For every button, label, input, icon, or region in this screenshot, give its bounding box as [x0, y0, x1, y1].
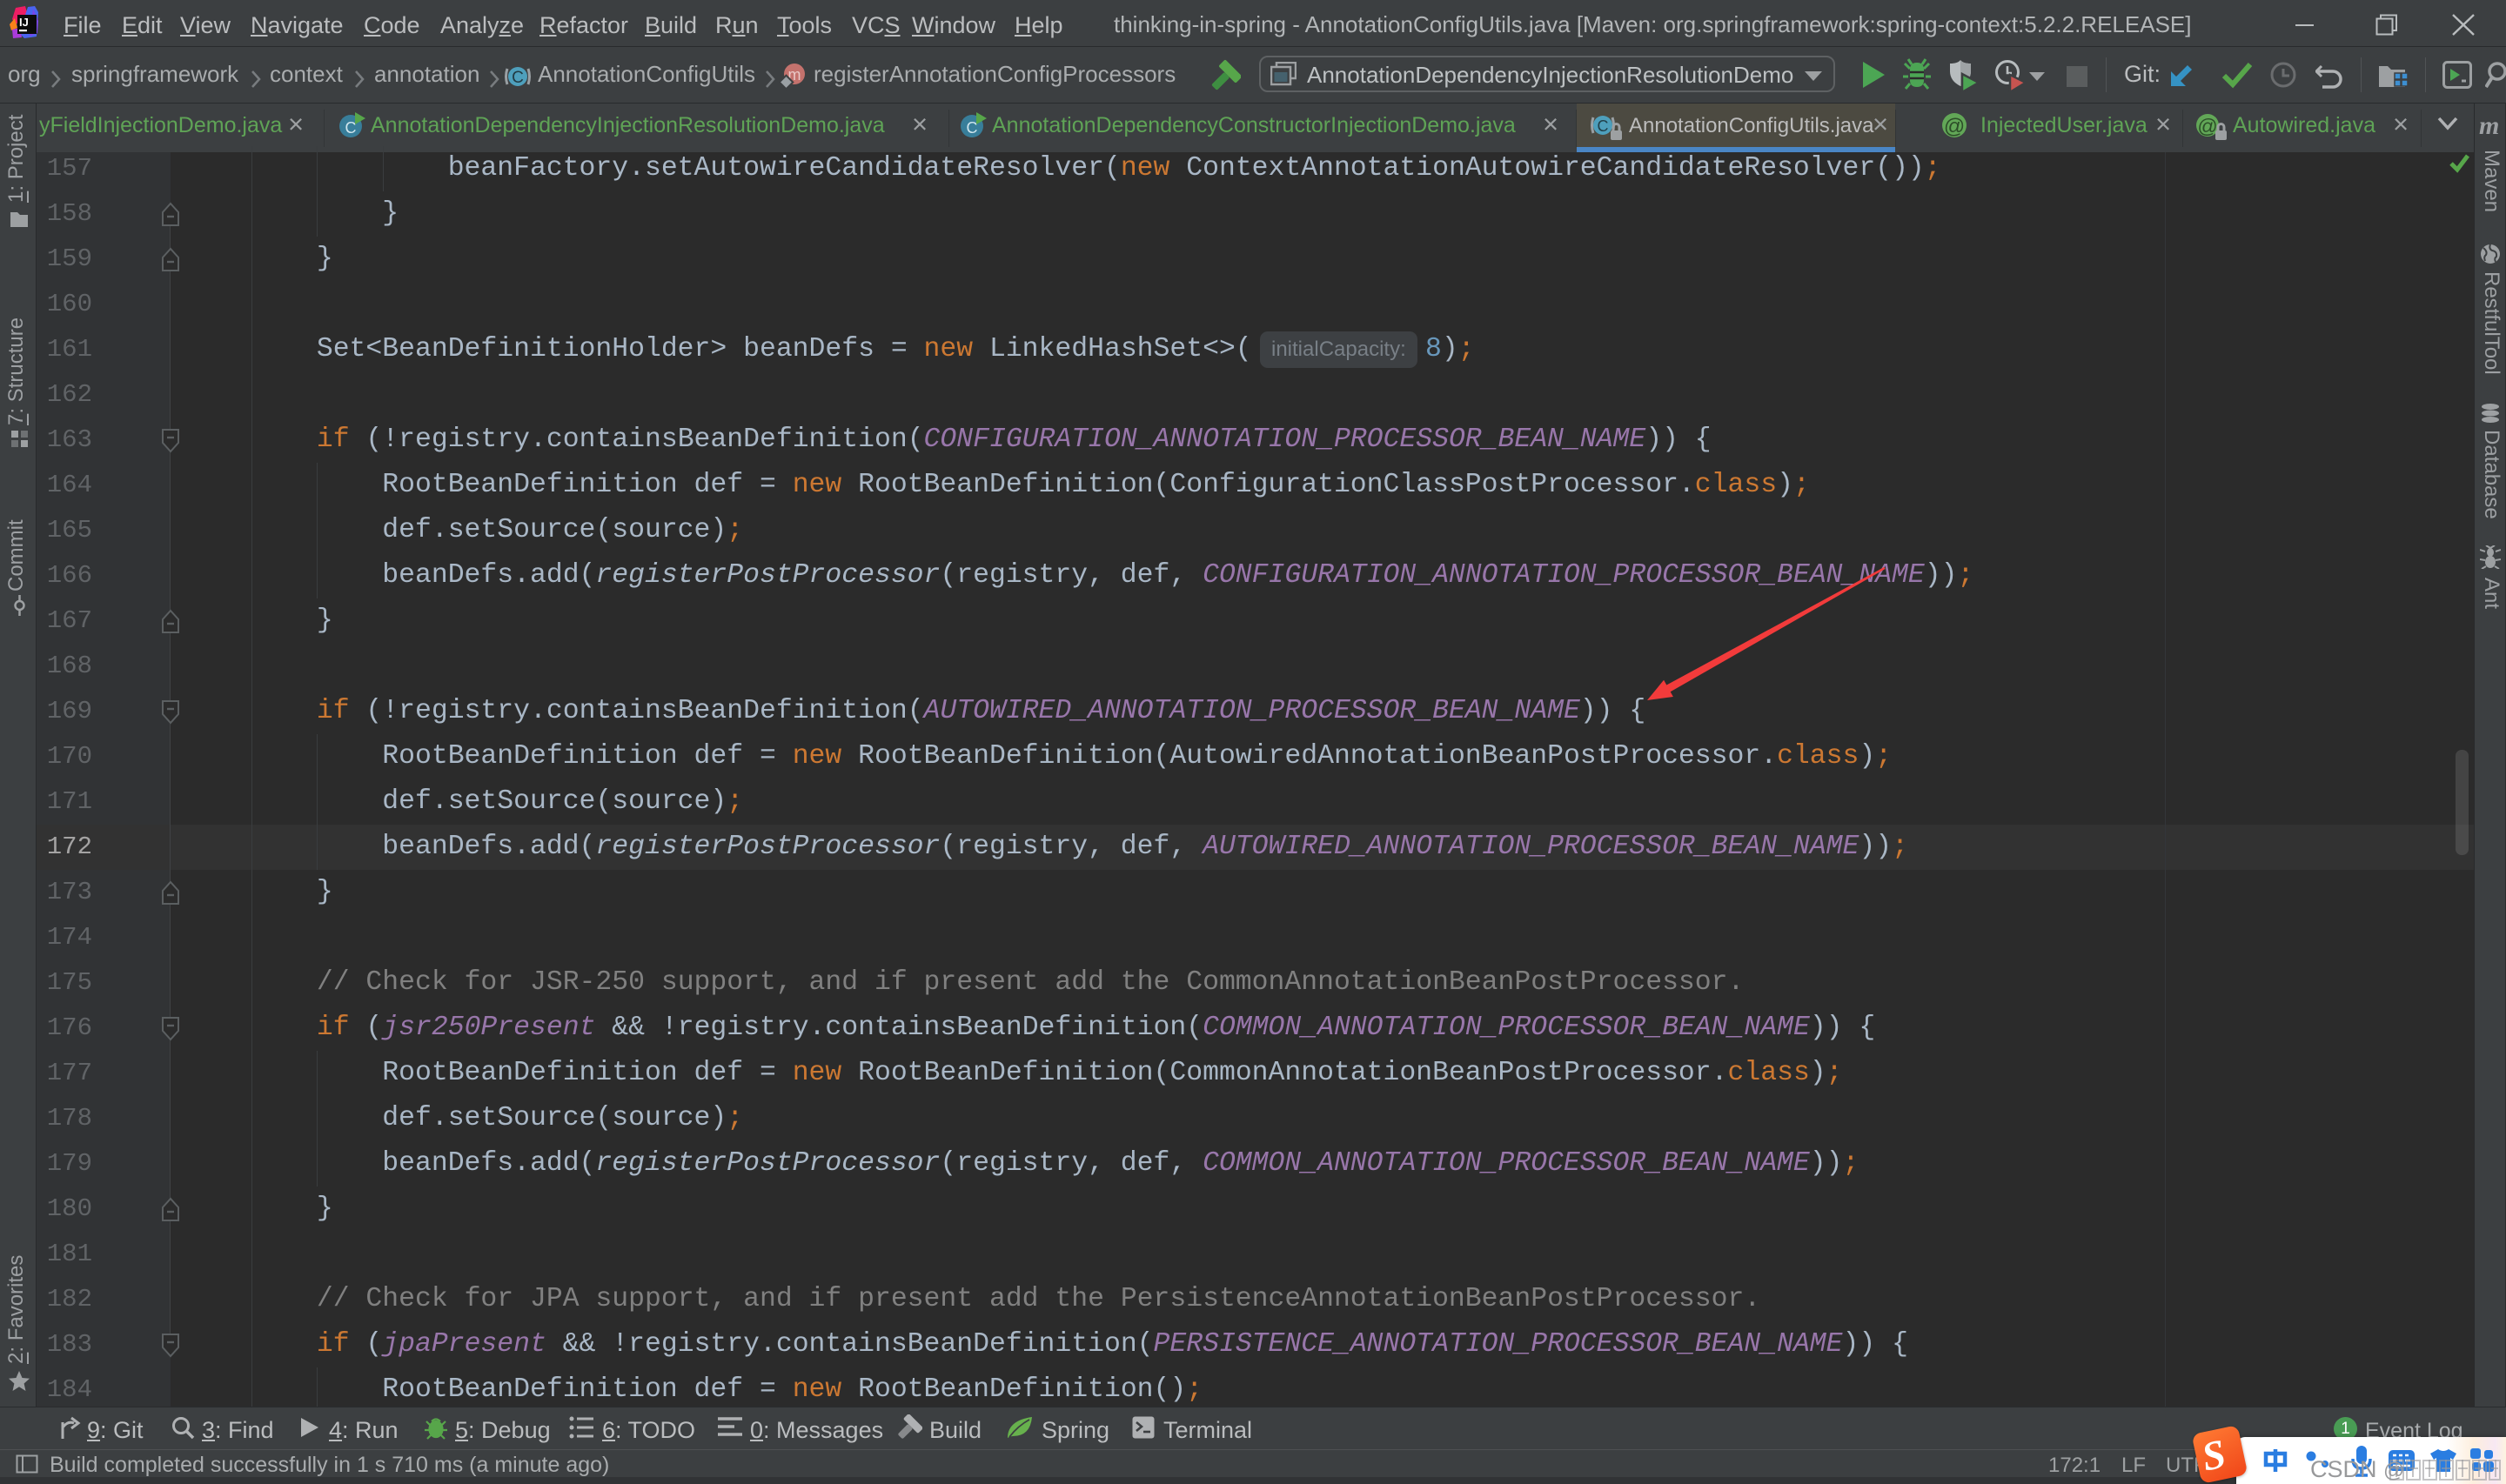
- svg-text:C: C: [1598, 117, 1609, 135]
- svg-text:C: C: [512, 69, 524, 87]
- svg-text:@: @: [2197, 115, 2217, 137]
- svg-text:C: C: [345, 119, 357, 137]
- svg-text:@: @: [1944, 115, 1965, 138]
- svg-text:C: C: [967, 119, 978, 137]
- svg-text:IJ: IJ: [19, 16, 29, 29]
